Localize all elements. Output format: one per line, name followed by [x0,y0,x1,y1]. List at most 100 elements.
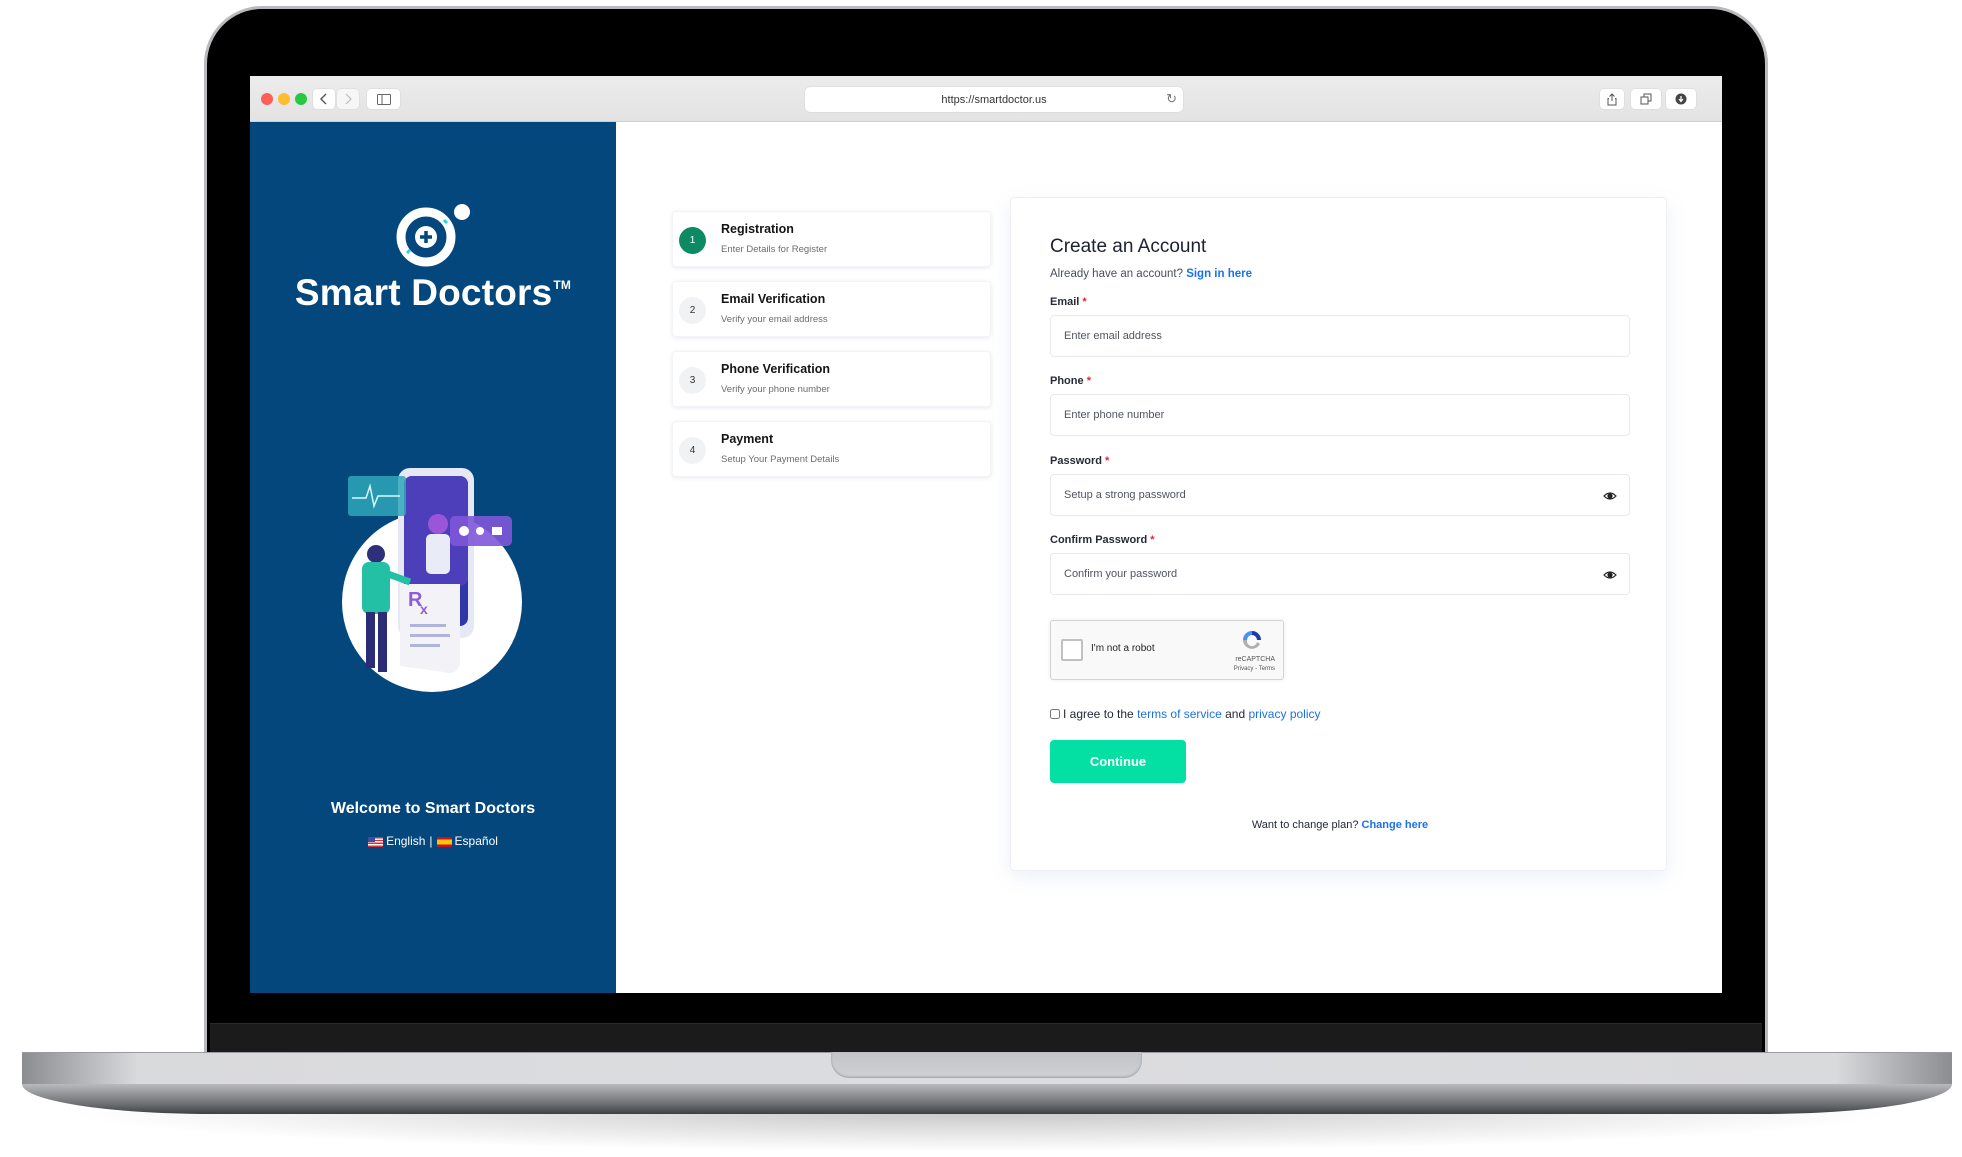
brand-sidebar: Smart DoctorsTM R x Welcome to Smart Doc… [250,122,616,993]
phone-field-wrapper [1050,394,1630,436]
language-switcher: English | Español [250,834,616,848]
browser-toolbar: https://smartdoctor.us ↻ [250,76,1722,122]
continue-button[interactable]: Continue [1050,740,1186,783]
forward-button[interactable] [337,89,359,109]
step-email-verification[interactable]: 2 Email Verification Verify your email a… [672,281,991,337]
recaptcha-privacy-terms[interactable]: Privacy - Terms [1234,666,1275,672]
minimize-window-button[interactable] [278,93,290,105]
svg-text:x: x [420,601,428,617]
recaptcha-brand: reCAPTCHA [1235,656,1275,663]
agree-prefix: I agree to the [1063,707,1134,721]
email-field-wrapper [1050,315,1630,357]
form-title: Create an Account [1050,236,1207,257]
required-mark: * [1082,296,1087,308]
back-button[interactable] [313,89,335,109]
browser-window: https://smartdoctor.us ↻ Smart DoctorsTM… [250,76,1722,993]
step-registration[interactable]: 1 Registration Enter Details for Registe… [672,211,991,267]
step-number: 1 [679,227,706,254]
show-password-icon[interactable] [1603,489,1617,503]
confirm-password-label: Confirm Password * [1050,534,1155,546]
required-mark: * [1105,455,1110,467]
required-mark: * [1086,375,1091,387]
password-field-wrapper [1050,474,1630,516]
change-plan-link[interactable]: Change here [1362,819,1429,831]
change-plan-text: Want to change plan? [1251,819,1359,831]
share-button[interactable] [1600,89,1624,109]
url-text: https://smartdoctor.us [941,93,1047,106]
password-label-text: Password [1050,455,1102,467]
step-title: Phone Verification [721,362,831,376]
tabs-icon [1640,93,1652,105]
brand-text: Smart Doctors [294,272,553,313]
step-subtitle: Verify your email address [721,314,828,325]
page-content: Smart DoctorsTM R x Welcome to Smart Doc… [250,122,1722,993]
agree-terms: I agree to the terms of service and priv… [1050,707,1321,721]
reload-icon[interactable]: ↻ [1166,91,1177,107]
trademark: TM [553,278,572,292]
recaptcha-label: I'm not a robot [1091,643,1155,654]
email-input[interactable] [1051,316,1629,356]
registration-steps: 1 Registration Enter Details for Registe… [672,211,991,491]
privacy-policy-link[interactable]: privacy policy [1248,707,1320,721]
recaptcha-checkbox[interactable] [1061,639,1083,661]
downloads-button[interactable] [1666,89,1696,109]
tabs-overview-button[interactable] [1631,89,1661,109]
close-window-button[interactable] [261,93,273,105]
brand-name: Smart DoctorsTM [250,272,616,314]
step-subtitle: Setup Your Payment Details [721,454,840,465]
laptop-shadow [60,1112,1900,1152]
step-title: Payment [721,432,774,446]
phone-input[interactable] [1051,395,1629,435]
step-subtitle: Enter Details for Register [721,244,828,255]
us-flag-icon [368,836,384,847]
email-label-text: Email [1050,296,1080,308]
create-account-card: Create an Account Already have an accoun… [1010,197,1667,871]
laptop-notch [831,1052,1142,1078]
es-flag-icon [436,836,452,847]
sign-in-link[interactable]: Sign in here [1186,268,1252,280]
welcome-heading: Welcome to Smart Doctors [330,800,536,817]
chevron-right-icon [345,93,352,105]
smart-doctors-logo-icon [396,204,470,267]
address-bar[interactable]: https://smartdoctor.us ↻ [805,87,1183,112]
recaptcha-logo-icon [1243,631,1261,649]
required-mark: * [1150,534,1155,546]
step-phone-verification[interactable]: 3 Phone Verification Verify your phone n… [672,351,991,407]
agree-checkbox[interactable] [1050,709,1060,719]
signin-prompt: Already have an account? Sign in here [1050,268,1252,280]
step-number: 2 [679,297,706,324]
chevron-left-icon [320,93,327,105]
step-payment[interactable]: 4 Payment Setup Your Payment Details [672,421,991,477]
language-spanish-label: Español [454,834,498,848]
signin-prompt-text: Already have an account? [1050,268,1183,280]
step-title: Registration [721,222,794,236]
sidebar-icon [376,93,391,105]
confirm-password-label-text: Confirm Password [1050,534,1148,546]
step-title: Email Verification [721,292,826,306]
confirm-password-field-wrapper [1050,553,1630,595]
sidebar-toggle-button[interactable] [367,89,400,109]
recaptcha-widget: I'm not a robot reCAPTCHA Privacy - Term… [1050,620,1284,680]
step-number: 3 [679,367,706,394]
laptop-mockup: https://smartdoctor.us ↻ Smart DoctorsTM… [0,0,1962,1157]
language-english[interactable]: English [368,834,425,848]
download-icon [1675,93,1687,105]
terms-of-service-link[interactable]: terms of service [1137,707,1222,721]
confirm-password-input[interactable] [1051,554,1629,594]
laptop-base-bottom [22,1084,1952,1114]
language-english-label: English [386,834,426,848]
step-subtitle: Verify your phone number [721,384,830,395]
share-icon [1607,92,1617,105]
password-input[interactable] [1051,475,1629,515]
language-spanish[interactable]: Español [436,834,498,848]
agree-and: and [1225,707,1246,721]
show-confirm-password-icon[interactable] [1603,568,1617,582]
telemedicine-illustration: R x [342,468,522,692]
step-number: 4 [679,437,706,464]
maximize-window-button[interactable] [295,93,307,105]
language-separator: | [429,834,433,848]
email-label: Email * [1050,296,1087,308]
phone-label-text: Phone [1050,375,1084,387]
change-plan-prompt: Want to change plan? Change here [1050,819,1630,831]
phone-label: Phone * [1050,375,1091,387]
